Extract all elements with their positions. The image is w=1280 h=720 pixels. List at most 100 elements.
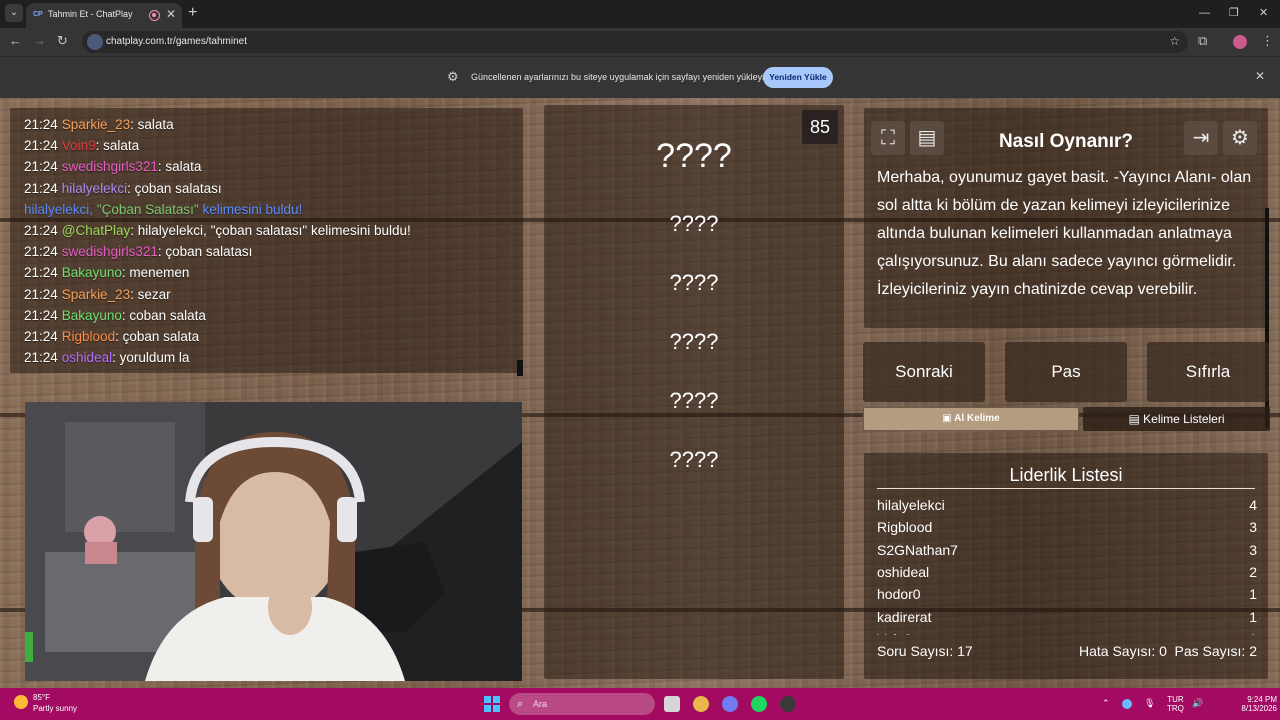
taskbar: 85°F Partly sunny ⌕ Ara ⌃ 🎙 TUR TRQ 🔊 9:… — [0, 688, 1280, 720]
new-tab-button[interactable]: + — [188, 4, 197, 22]
leaderboard-row: oshideal 2 — [877, 561, 1257, 583]
chat-system-message: hilalyelekci, "Çoban Salatası" kelimesin… — [24, 199, 519, 220]
close-window-button[interactable]: ✕ — [1259, 6, 1268, 20]
discord-icon[interactable] — [722, 696, 738, 712]
leaderboard-list[interactable]: hilalyelekci 4 Rigblood 3 S2GNathan7 3 oshidea… — [864, 453, 1268, 635]
date: 8/13/2026 — [1241, 704, 1277, 713]
chat-message: 21:24 Sparkie_23: sezar — [24, 284, 519, 305]
word-lists-button[interactable]: ▤ Kelime Listeleri — [1083, 407, 1270, 431]
chat-message: 21:24 Rigblood: çoban salata — [24, 326, 519, 347]
restore-button[interactable]: ❐ — [1229, 6, 1239, 20]
close-tab-icon[interactable]: ✕ — [166, 3, 176, 26]
menu-kebab-icon[interactable]: ⋮ — [1261, 33, 1274, 49]
next-button[interactable]: Sonraki — [863, 342, 985, 402]
volume-icon[interactable]: 🔊 — [1192, 698, 1203, 709]
temperature: 85°F — [33, 693, 50, 702]
spotify-icon[interactable] — [751, 696, 767, 712]
mailbox-icon: ▣ — [942, 413, 955, 424]
webcam-feed — [25, 402, 522, 681]
chat-username[interactable]: Bakayuno — [62, 265, 122, 280]
chat-username[interactable]: @ChatPlay — [62, 223, 130, 238]
exit-icon[interactable]: ⇥ — [1184, 121, 1218, 155]
microphone-icon[interactable]: 🎙 — [1144, 698, 1155, 709]
webcam-image — [25, 402, 522, 681]
address-bar[interactable]: chatplay.com.tr/games/tahminet ☆ — [82, 31, 1188, 53]
tab-bar: ⌄ CP Tahmin Et - ChatPlay ✕ + — ❐ ✕ — [0, 0, 1280, 28]
chat-username[interactable]: Voin9 — [62, 138, 96, 153]
chatplay-favicon-icon: CP — [33, 11, 43, 18]
chat-time: 21:24 — [24, 138, 58, 154]
leaderboard-row: S2GNathan7 3 — [877, 539, 1257, 561]
obs-icon[interactable] — [780, 696, 796, 712]
main-word: ???? — [656, 137, 732, 175]
forbidden-word: ???? — [669, 270, 719, 295]
reload-page-button[interactable]: Yeniden Yükle — [763, 67, 833, 88]
chat-text: : yoruldum la — [112, 350, 190, 366]
system-found-word: "Çoban Salatası" — [96, 201, 199, 217]
back-arrow-icon[interactable]: ← — [9, 33, 22, 49]
player-name: S2GNathan7 — [877, 541, 958, 558]
forbidden-word: ???? — [669, 388, 719, 413]
chrome-icon[interactable] — [693, 696, 709, 712]
chat-text: : salata — [95, 138, 140, 154]
search-placeholder: Ara — [533, 699, 548, 709]
sun-icon — [14, 695, 28, 709]
get-word-button[interactable]: ▣ Al Kelime — [863, 407, 1079, 431]
tab-list-button[interactable]: ⌄ — [5, 4, 23, 22]
site-info-icon[interactable] — [87, 34, 103, 50]
taskbar-search[interactable]: ⌕ Ara — [509, 693, 655, 715]
chat-username[interactable]: Sparkie_23 — [62, 117, 130, 132]
player-name: hodor0 — [877, 586, 921, 603]
chat-username[interactable]: Rigblood — [62, 329, 115, 344]
chat-username[interactable]: swedishgirls321 — [62, 244, 158, 259]
pass-button[interactable]: Pas — [1005, 342, 1127, 402]
clock[interactable]: 9:24 PM 8/13/2026 — [1227, 695, 1277, 713]
player-score: 1 — [1249, 628, 1257, 635]
infobar-message: Güncellenen ayarlarınızı bu siteye uygul… — [471, 72, 770, 82]
windows-start-icon[interactable] — [484, 696, 500, 712]
tray-chevron-icon[interactable]: ⌃ — [1102, 698, 1110, 709]
gear-icon[interactable]: ⚙ — [1223, 121, 1257, 155]
bookmark-star-icon[interactable]: ☆ — [1169, 34, 1180, 48]
url-text: chatplay.com.tr/games/tahminet — [106, 36, 247, 47]
browser-tab[interactable]: CP Tahmin Et - ChatPlay ✕ — [26, 3, 182, 28]
reload-icon[interactable]: ↻ — [57, 33, 68, 49]
info-bar: ⚙ Güncellenen ayarlarınızı bu siteye uyg… — [0, 56, 1280, 98]
player-score: 3 — [1249, 541, 1257, 558]
chat-text: : çoban salata — [115, 328, 200, 344]
tray-app-icon[interactable] — [1122, 699, 1132, 709]
chat-username[interactable]: Sparkie_23 — [62, 287, 130, 302]
player-score: 3 — [1249, 519, 1257, 536]
reset-button[interactable]: Sıfırla — [1147, 342, 1269, 402]
chat-text: : menemen — [121, 265, 190, 281]
extensions-icon[interactable]: ⧉ — [1198, 33, 1207, 49]
get-word-label: Al Kelime — [954, 413, 1000, 424]
close-infobar-icon[interactable]: ✕ — [1255, 69, 1265, 83]
chat-scrollbar[interactable] — [517, 360, 523, 376]
chat-time: 21:24 — [24, 286, 58, 302]
input-language[interactable]: TUR TRQ — [1167, 695, 1184, 713]
chat-message: 21:24 oshideal: yoruldum la — [24, 347, 519, 368]
profile-avatar[interactable] — [1233, 35, 1247, 49]
chat-username[interactable]: Bakayuno — [62, 308, 122, 323]
chat-time: 21:24 — [24, 159, 58, 175]
player-score: 4 — [1249, 497, 1257, 513]
settings-gear-icon: ⚙ — [447, 69, 459, 84]
leaderboard-row: hilalyelekci 4 — [877, 494, 1257, 516]
task-view-icon[interactable] — [664, 696, 680, 712]
chat-username[interactable]: hilalyelekci — [62, 181, 127, 196]
player-name: hilalyelekci — [877, 497, 945, 513]
forward-arrow-icon[interactable]: → — [33, 33, 46, 49]
chat-username[interactable]: oshideal — [62, 350, 112, 365]
timer-counter: 85 — [802, 110, 838, 144]
chat-time: 21:24 — [24, 328, 58, 344]
leaderboard-row: Voin9 1 — [877, 628, 1257, 635]
chat-text: : sezar — [130, 286, 171, 302]
chat-time: 21:24 — [24, 117, 58, 132]
chat-username[interactable]: swedishgirls321 — [62, 159, 158, 174]
chat-time: 21:24 — [24, 180, 58, 196]
chat-message: 21:24 Voin9: salata — [24, 135, 519, 156]
minimize-button[interactable]: — — [1199, 6, 1210, 20]
leaderboard-row: Rigblood 3 — [877, 516, 1257, 538]
chat-time: 21:24 — [24, 307, 58, 323]
